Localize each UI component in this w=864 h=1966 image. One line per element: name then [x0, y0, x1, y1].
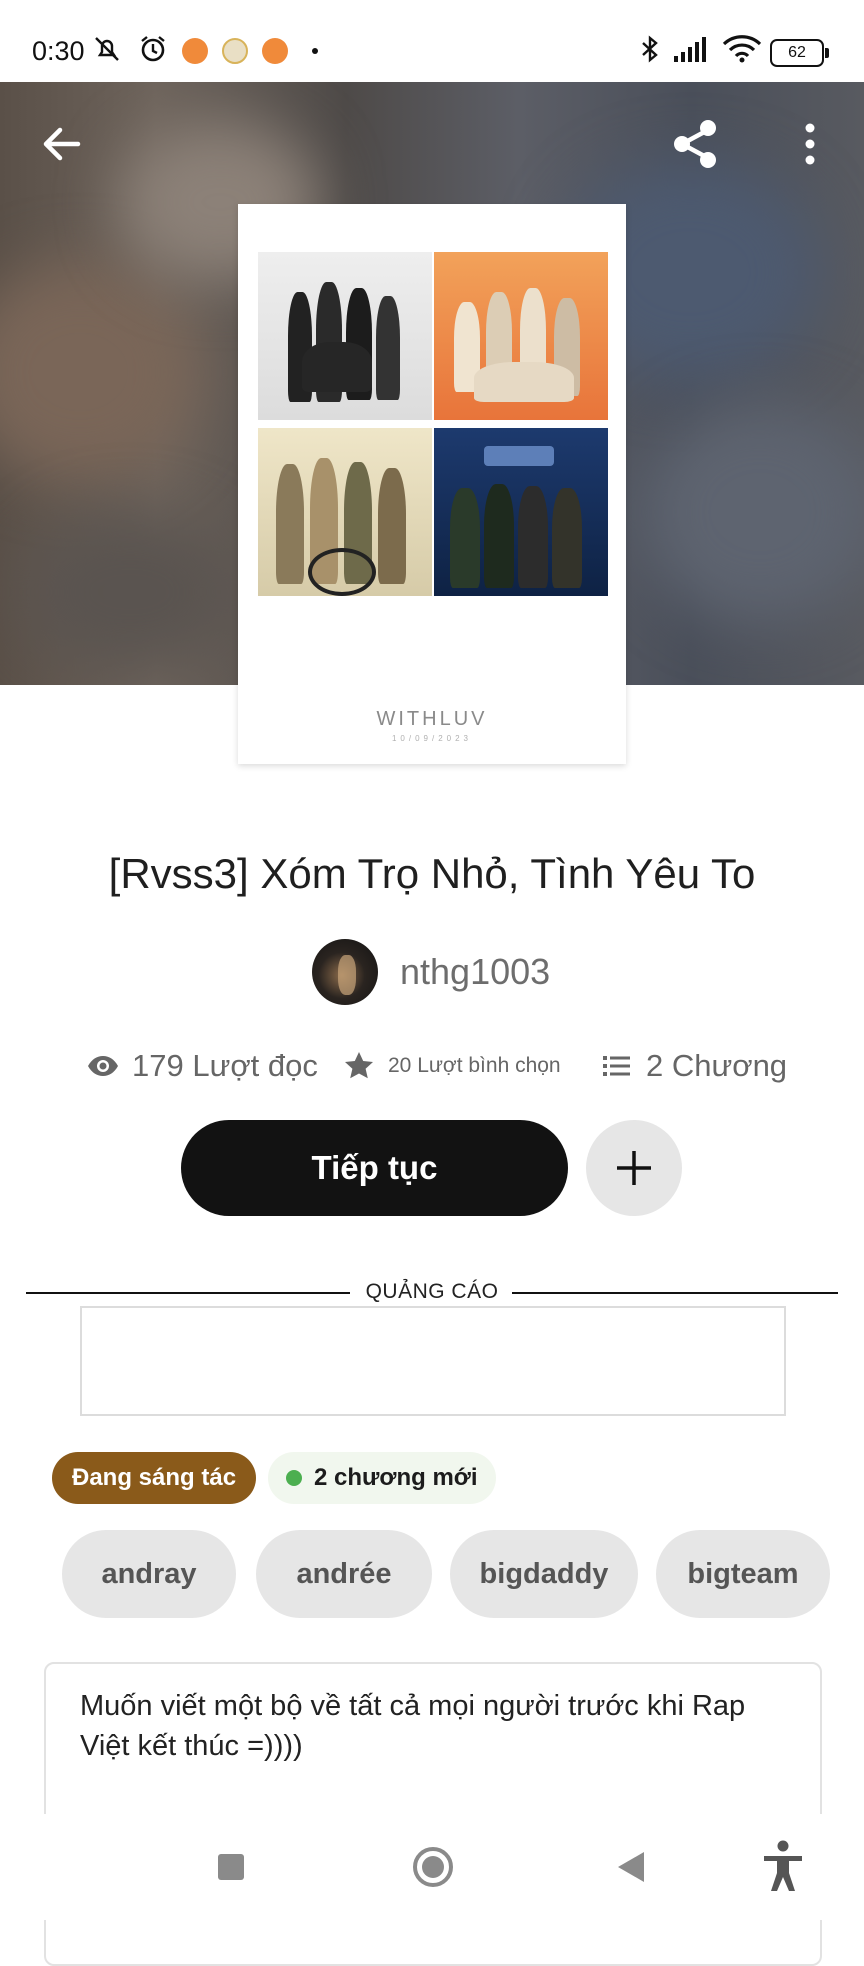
signal-icon	[672, 34, 710, 64]
share-icon	[674, 120, 716, 168]
cover-photo-3	[258, 428, 432, 596]
continue-reading-button[interactable]: Tiếp tục	[181, 1120, 568, 1216]
tag-chip[interactable]: bigteam	[656, 1530, 830, 1618]
tag-chip[interactable]: bigdaddy	[450, 1530, 638, 1618]
more-dot-icon	[312, 48, 318, 54]
story-cover[interactable]: WITHLUV 10/09/2023	[238, 204, 626, 764]
reads-stat: 179 Lượt đọc	[86, 1042, 318, 1090]
ad-label: QUẢNG CÁO	[365, 1280, 499, 1303]
home-circle-icon	[413, 1847, 453, 1887]
cover-photo-4	[434, 428, 608, 596]
accessibility-button[interactable]	[738, 1814, 828, 1920]
votes-count: 20 Lượt bình chọn	[388, 1054, 561, 1077]
system-navigation-bar	[0, 1814, 864, 1920]
more-options-button[interactable]	[778, 112, 842, 176]
recents-button[interactable]	[186, 1814, 276, 1920]
accessibility-icon	[764, 1840, 802, 1891]
bluetooth-icon	[638, 34, 662, 64]
author-link[interactable]: nthg1003	[312, 938, 550, 1006]
notification-app-icon	[262, 38, 288, 64]
story-stats: 179 Lượt đọc 20 Lượt bình chọn 2 Chương	[0, 1042, 864, 1090]
chapters-stat: 2 Chương	[600, 1042, 787, 1090]
new-chapters-badge: 2 chương mới	[268, 1452, 496, 1504]
story-title: [Rvss3] Xóm Trọ Nhỏ, Tình Yêu To	[108, 850, 756, 897]
more-vertical-icon	[805, 123, 815, 165]
avatar	[312, 939, 378, 1005]
author-name: nthg1003	[400, 951, 551, 992]
wifi-icon	[722, 34, 762, 64]
status-badge: Đang sáng tác	[52, 1452, 257, 1504]
back-button[interactable]	[30, 112, 94, 176]
alarm-icon	[138, 34, 168, 64]
cover-photo-2	[434, 252, 608, 420]
ad-slot[interactable]	[80, 1306, 786, 1416]
eye-icon	[88, 1056, 118, 1076]
star-icon	[345, 1052, 373, 1079]
cover-photo-1	[258, 252, 432, 420]
share-button[interactable]	[664, 112, 728, 176]
arrow-left-icon	[43, 127, 81, 161]
tag-chip[interactable]: andrée	[256, 1530, 432, 1618]
notification-app-icon	[222, 38, 248, 64]
tag-chip[interactable]: andray	[62, 1530, 236, 1618]
battery-icon: 62	[770, 39, 829, 67]
home-button[interactable]	[388, 1814, 478, 1920]
square-icon	[218, 1854, 244, 1880]
reads-count: 179 Lượt đọc	[132, 1048, 318, 1083]
status-bar: 0:30 62	[0, 0, 864, 82]
mute-icon	[92, 34, 122, 64]
green-dot-icon	[286, 1470, 302, 1486]
back-nav-button[interactable]	[586, 1814, 676, 1920]
add-to-library-button[interactable]	[586, 1120, 682, 1216]
new-chapters-label: 2 chương mới	[314, 1464, 478, 1491]
cover-subcaption: 10/09/2023	[391, 734, 473, 743]
cover-caption: WITHLUV	[376, 708, 488, 730]
notification-app-icon	[182, 38, 208, 64]
chapters-count: 2 Chương	[646, 1048, 788, 1083]
plus-icon	[617, 1151, 651, 1185]
list-icon	[603, 1056, 630, 1076]
votes-stat: 20 Lượt bình chọn	[342, 1042, 561, 1090]
status-time: 0:30	[32, 36, 85, 66]
back-triangle-icon	[618, 1852, 644, 1882]
ad-divider: QUẢNG CÁO	[26, 1280, 838, 1306]
